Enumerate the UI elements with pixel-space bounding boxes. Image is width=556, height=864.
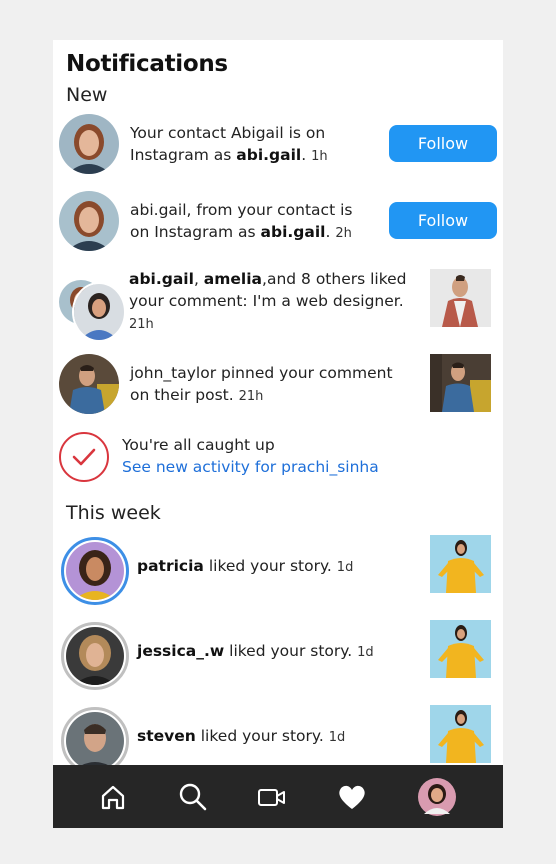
notification-text: abi.gail, amelia,and 8 others liked your… <box>129 270 407 332</box>
timestamp: 21h <box>129 317 154 332</box>
notification-text: patricia liked your story. 1d <box>137 557 354 575</box>
page-title: Notifications <box>66 51 228 77</box>
section-week-heading: This week <box>66 502 161 524</box>
check-circle-icon <box>59 432 109 482</box>
username: jessica_.w <box>137 642 225 660</box>
post-thumbnail[interactable] <box>430 354 491 412</box>
avatar[interactable] <box>66 627 124 685</box>
caught-up-title: You're all caught up <box>122 436 275 454</box>
search-icon[interactable] <box>163 765 223 828</box>
avatar[interactable] <box>72 282 126 342</box>
caught-up-row: You're all caught up See new activity fo… <box>53 432 503 484</box>
avatar[interactable] <box>66 542 124 600</box>
bottom-nav <box>53 765 503 828</box>
home-icon[interactable] <box>83 765 143 828</box>
story-thumbnail[interactable] <box>430 705 491 763</box>
notification-text: Your contact Abigail is on Instagram as … <box>130 124 328 164</box>
caught-up-text: You're all caught up See new activity fo… <box>122 434 452 478</box>
username: patricia <box>137 557 204 575</box>
notification-row[interactable]: jessica_.w liked your story. 1d <box>53 620 503 692</box>
avatar[interactable] <box>59 354 119 414</box>
timestamp: 1h <box>311 149 328 164</box>
timestamp: 1d <box>328 730 346 745</box>
timestamp: 1d <box>336 560 354 575</box>
timestamp: 2h <box>335 226 352 241</box>
avatar[interactable] <box>66 712 124 770</box>
story-thumbnail[interactable] <box>430 535 491 593</box>
notification-text: jessica_.w liked your story. 1d <box>137 642 374 660</box>
timestamp: 21h <box>238 389 264 404</box>
profile-avatar[interactable] <box>407 765 467 828</box>
post-thumbnail[interactable] <box>430 269 491 327</box>
avatar[interactable] <box>59 114 119 174</box>
see-new-activity-link[interactable]: See new activity for prachi_sinha <box>122 456 452 478</box>
video-icon[interactable] <box>242 765 302 828</box>
heart-icon[interactable] <box>322 765 382 828</box>
avatar[interactable] <box>59 191 119 251</box>
notification-row[interactable]: abi.gail, from your contact is on Instag… <box>53 191 503 253</box>
timestamp: 1d <box>357 645 374 660</box>
section-new-heading: New <box>66 84 108 106</box>
notification-row[interactable]: Your contact Abigail is on Instagram as … <box>53 114 503 176</box>
notification-text: steven liked your story. 1d <box>137 727 346 745</box>
notification-row[interactable]: patricia liked your story. 1d <box>53 535 503 607</box>
notification-text: abi.gail, from your contact is on Instag… <box>130 201 353 241</box>
story-thumbnail[interactable] <box>430 620 491 678</box>
notification-row[interactable]: abi.gail, amelia,and 8 others liked your… <box>53 268 503 342</box>
username: steven <box>137 727 196 745</box>
follow-button[interactable]: Follow <box>389 125 497 162</box>
notification-row[interactable]: john_taylor pinned your comment on their… <box>53 354 503 416</box>
follow-button[interactable]: Follow <box>389 202 497 239</box>
notification-text: john_taylor pinned your comment on their… <box>130 364 393 404</box>
notifications-panel: Notifications New Your contact Abigail i… <box>53 40 503 828</box>
